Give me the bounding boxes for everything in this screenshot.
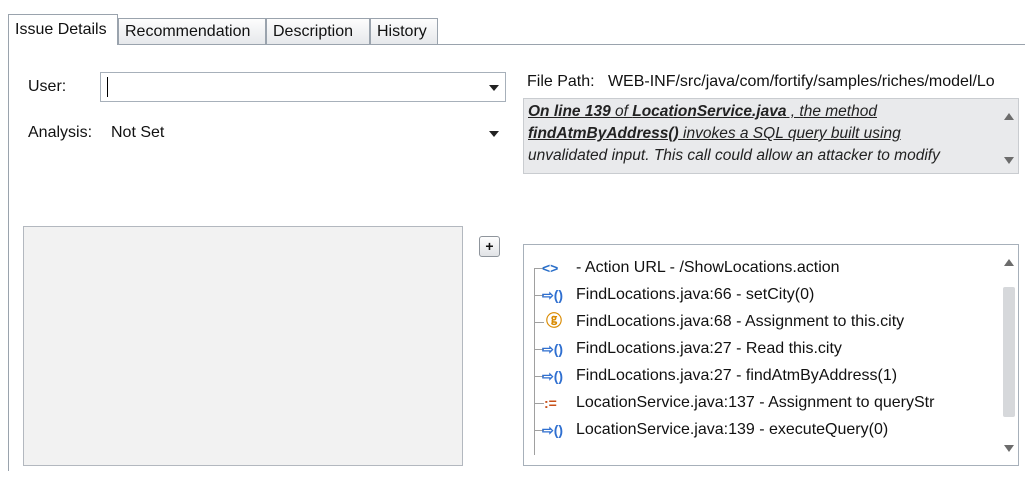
tab-description[interactable]: Description [266, 18, 370, 44]
trace-row[interactable]: ⇨() FindLocations.java:27 - findAtmByAdd… [534, 363, 994, 389]
abstract-line-ref: On line 139 [528, 103, 611, 120]
scroll-up-icon[interactable] [1004, 113, 1014, 120]
trace-row[interactable]: := LocationService.java:137 - Assignment… [534, 390, 994, 416]
user-label: User: [28, 78, 67, 95]
abstract-line-3: unvalidated input. This call could allow… [528, 147, 940, 164]
trace-row[interactable]: <> - Action URL - /ShowLocations.action [534, 255, 994, 281]
trace-row-label: - Action URL - /ShowLocations.action [576, 259, 840, 276]
analysis-label: Analysis: [28, 124, 93, 141]
abstract-scrollbar[interactable] [1000, 99, 1018, 173]
scroll-down-icon[interactable] [1004, 445, 1014, 452]
call-arrow-icon: ⇨() [542, 341, 564, 357]
abstract-text: On line 139 of LocationService.java , th… [528, 101, 978, 167]
scroll-down-icon[interactable] [1004, 157, 1014, 164]
trace-row[interactable]: ⇨() LocationService.java:139 - executeQu… [534, 417, 994, 443]
file-path-value: WEB-INF/src/java/com/fortify/samples/ric… [607, 73, 995, 90]
tab-strip: Issue Details Recommendation Description… [8, 14, 1025, 46]
trace-row-label: FindLocations.java:66 - setCity(0) [576, 286, 815, 303]
tab-history[interactable]: History [370, 18, 438, 44]
call-arrow-icon: ⇨() [542, 422, 564, 438]
abstract-method-ref: findAtmByAddress() [528, 125, 679, 142]
scroll-thumb[interactable] [1003, 287, 1015, 417]
call-arrow-icon: ⇨() [542, 287, 564, 303]
trace-row-label: FindLocations.java:68 - Assignment to th… [576, 313, 905, 330]
analysis-select[interactable]: Not Set [104, 118, 506, 148]
tab-recommendation[interactable]: Recommendation [118, 18, 266, 44]
trace-row[interactable]: ⓖ FindLocations.java:68 - Assignment to … [534, 309, 994, 335]
tab-issue-details[interactable]: Issue Details [8, 14, 118, 45]
trace-row-label: FindLocations.java:27 - Read this.city [576, 340, 842, 357]
user-select[interactable] [100, 72, 506, 102]
chevron-down-icon[interactable] [489, 85, 499, 91]
trace-scrollbar[interactable] [1000, 245, 1018, 465]
file-path-label: File Path: [527, 73, 595, 90]
abstract-of: of [610, 103, 633, 120]
abstract-the-method: , the method [786, 103, 877, 120]
trace-row[interactable]: ⇨() FindLocations.java:66 - setCity(0) [534, 282, 994, 308]
trace-row-label: LocationService.java:139 - executeQuery(… [576, 421, 889, 438]
abstract-file-ref: LocationService.java [632, 103, 787, 120]
scroll-up-icon[interactable] [1004, 259, 1014, 266]
abstract-invokes: invokes a SQL query built using [678, 125, 901, 142]
file-path: File Path: WEB-INF/src/java/com/fortify/… [527, 73, 1025, 91]
trace-row-label: FindLocations.java:27 - findAtmByAddress… [576, 367, 898, 384]
text-caret [107, 76, 108, 97]
analysis-trace-tree: <> - Action URL - /ShowLocations.action … [523, 244, 1019, 466]
analysis-value: Not Set [111, 124, 165, 141]
call-arrow-icon: ⇨() [542, 368, 564, 384]
assignment-icon: := [544, 395, 557, 411]
trace-row[interactable]: ⇨() FindLocations.java:27 - Read this.ci… [534, 336, 994, 362]
global-assign-icon: ⓖ [546, 313, 563, 330]
add-button[interactable]: + [479, 236, 500, 257]
issue-abstract: On line 139 of LocationService.java , th… [523, 98, 1019, 174]
trace-row-label: LocationService.java:137 - Assignment to… [576, 394, 935, 411]
chevron-down-icon[interactable] [489, 131, 499, 137]
empty-detail-pane [23, 226, 463, 466]
endpoint-icon: <> [542, 260, 559, 276]
